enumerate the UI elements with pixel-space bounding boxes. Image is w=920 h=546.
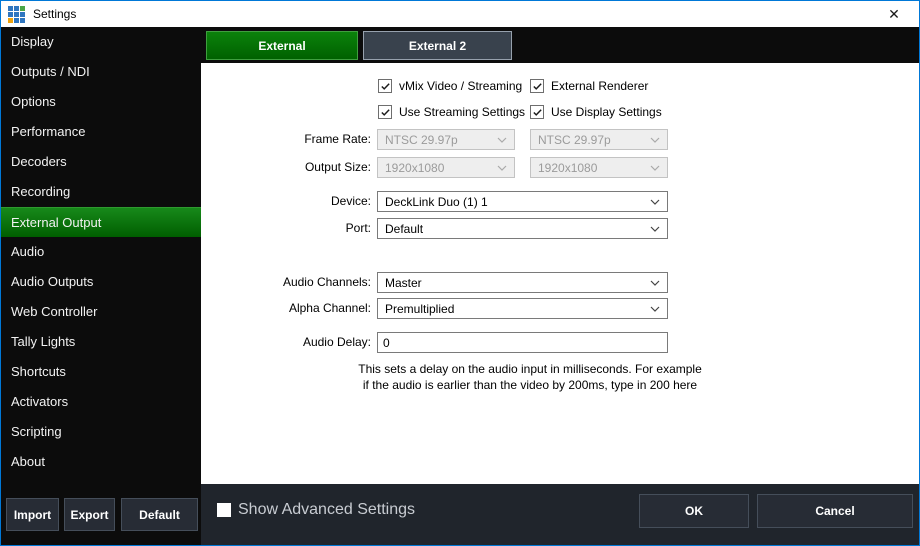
checkmark-icon	[380, 107, 391, 118]
vmix-video-streaming-checkbox[interactable]: vMix Video / Streaming	[378, 79, 522, 93]
sidebar-item-about[interactable]: About	[1, 447, 201, 477]
close-icon[interactable]: ✕	[881, 1, 907, 27]
footer-bar: Show Advanced Settings OK Cancel	[201, 484, 919, 545]
sidebar-item-display[interactable]: Display	[1, 27, 201, 57]
import-button[interactable]: Import	[6, 498, 59, 531]
settings-sidebar: Display Outputs / NDI Options Performanc…	[1, 27, 201, 545]
tab-external-2[interactable]: External 2	[363, 31, 512, 60]
audio-delay-input[interactable]	[377, 332, 668, 353]
checkbox-box	[378, 79, 392, 93]
select-value: 1920x1080	[538, 161, 597, 175]
chevron-down-icon	[650, 280, 660, 286]
title-bar: Settings ✕	[1, 1, 919, 27]
checkbox-label: External Renderer	[551, 79, 648, 93]
audio-channels-select[interactable]: Master	[377, 272, 668, 293]
chevron-down-icon	[497, 165, 507, 171]
output-size-select-2: 1920x1080	[530, 157, 668, 178]
chevron-down-icon	[650, 165, 660, 171]
tab-strip: External External 2	[201, 27, 919, 63]
window-title: Settings	[33, 7, 76, 21]
show-advanced-settings-checkbox[interactable]: Show Advanced Settings	[217, 501, 415, 519]
cancel-button[interactable]: Cancel	[757, 494, 913, 528]
checkbox-box	[217, 503, 231, 517]
use-display-settings-checkbox[interactable]: Use Display Settings	[530, 105, 662, 119]
chevron-down-icon	[497, 137, 507, 143]
chevron-down-icon	[650, 199, 660, 205]
audio-delay-help-text: This sets a delay on the audio input in …	[357, 361, 703, 393]
sidebar-item-shortcuts[interactable]: Shortcuts	[1, 357, 201, 387]
device-label: Device:	[201, 191, 371, 212]
ok-button[interactable]: OK	[639, 494, 749, 528]
checkmark-icon	[532, 107, 543, 118]
checkbox-box	[530, 79, 544, 93]
tab-external[interactable]: External	[206, 31, 358, 60]
sidebar-item-scripting[interactable]: Scripting	[1, 417, 201, 447]
checkbox-label: Show Advanced Settings	[238, 501, 415, 519]
checkbox-box	[530, 105, 544, 119]
checkbox-label: Use Display Settings	[551, 105, 662, 119]
chevron-down-icon	[650, 226, 660, 232]
sidebar-item-external-output[interactable]: External Output	[1, 207, 201, 237]
settings-window: Settings ✕ Display Outputs / NDI Options…	[0, 0, 920, 546]
chevron-down-icon	[650, 306, 660, 312]
checkbox-box	[378, 105, 392, 119]
port-select[interactable]: Default	[377, 218, 668, 239]
sidebar-item-options[interactable]: Options	[1, 87, 201, 117]
frame-rate-select-1: NTSC 29.97p	[377, 129, 515, 150]
export-button[interactable]: Export	[64, 498, 115, 531]
audio-delay-label: Audio Delay:	[201, 332, 371, 353]
sidebar-item-activators[interactable]: Activators	[1, 387, 201, 417]
vmix-logo-icon	[8, 6, 25, 23]
select-value: DeckLink Duo (1) 1	[385, 195, 488, 209]
device-select[interactable]: DeckLink Duo (1) 1	[377, 191, 668, 212]
audio-channels-label: Audio Channels:	[201, 272, 371, 293]
alpha-channel-select[interactable]: Premultiplied	[377, 298, 668, 319]
alpha-channel-label: Alpha Channel:	[201, 298, 371, 319]
output-size-select-1: 1920x1080	[377, 157, 515, 178]
sidebar-item-web-controller[interactable]: Web Controller	[1, 297, 201, 327]
output-size-label: Output Size:	[201, 157, 371, 178]
select-value: 1920x1080	[385, 161, 444, 175]
sidebar-item-decoders[interactable]: Decoders	[1, 147, 201, 177]
sidebar-item-tally-lights[interactable]: Tally Lights	[1, 327, 201, 357]
select-value: NTSC 29.97p	[385, 133, 458, 147]
select-value: Premultiplied	[385, 302, 454, 316]
sidebar-item-performance[interactable]: Performance	[1, 117, 201, 147]
port-label: Port:	[201, 218, 371, 239]
checkbox-label: Use Streaming Settings	[399, 105, 525, 119]
external-renderer-checkbox[interactable]: External Renderer	[530, 79, 648, 93]
select-value: NTSC 29.97p	[538, 133, 611, 147]
checkmark-icon	[380, 81, 391, 92]
sidebar-item-audio-outputs[interactable]: Audio Outputs	[1, 267, 201, 297]
checkbox-label: vMix Video / Streaming	[399, 79, 522, 93]
select-value: Default	[385, 222, 423, 236]
sidebar-item-recording[interactable]: Recording	[1, 177, 201, 207]
frame-rate-select-2: NTSC 29.97p	[530, 129, 668, 150]
frame-rate-label: Frame Rate:	[201, 129, 371, 150]
default-button[interactable]: Default	[121, 498, 198, 531]
select-value: Master	[385, 276, 422, 290]
chevron-down-icon	[650, 137, 660, 143]
sidebar-item-outputs-ndi[interactable]: Outputs / NDI	[1, 57, 201, 87]
external-output-panel: vMix Video / Streaming External Renderer…	[201, 63, 919, 484]
checkmark-icon	[532, 81, 543, 92]
sidebar-item-audio[interactable]: Audio	[1, 237, 201, 267]
use-streaming-settings-checkbox[interactable]: Use Streaming Settings	[378, 105, 525, 119]
